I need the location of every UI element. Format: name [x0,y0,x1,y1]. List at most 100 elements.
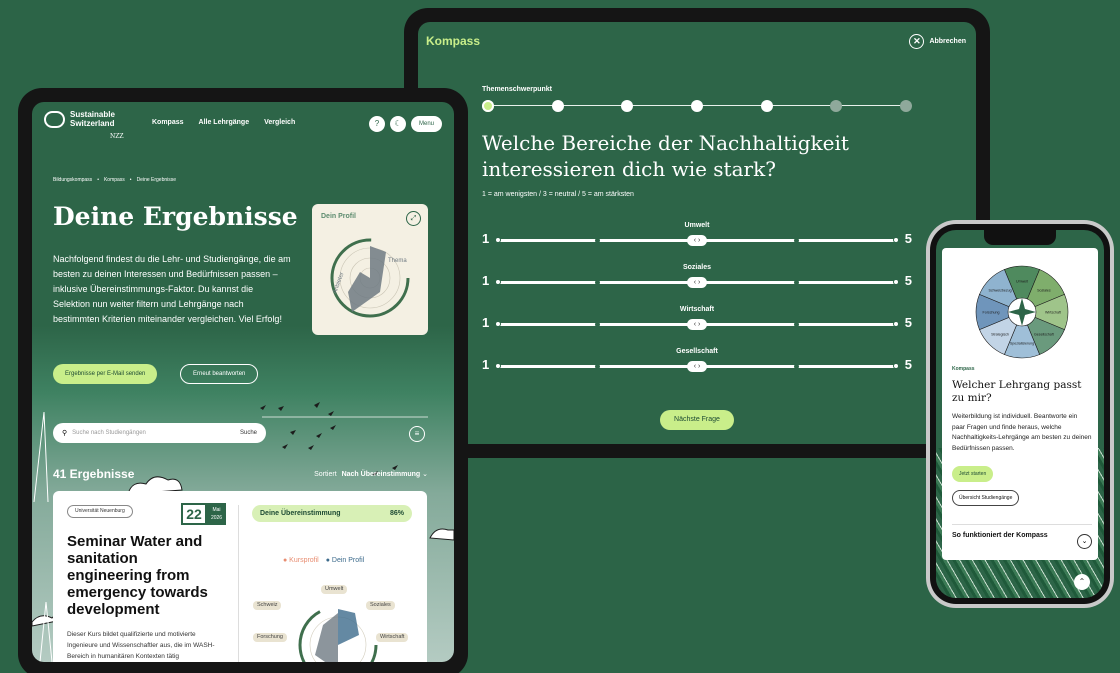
breadcrumb-item[interactable]: Kompass [104,177,125,183]
kompass-label: Kompass [952,366,975,372]
slider-min: 1 [482,315,490,330]
slider-tick [594,280,600,285]
course-title[interactable]: Seminar Water and sanitation engineering… [67,533,227,618]
slider-track[interactable]: ‹ › [495,361,899,372]
sort-label: Sortiert [314,471,337,478]
course-date: 22 Mai 2026 [181,503,226,525]
slider-track[interactable]: ‹ › [495,277,899,288]
chart-legend: ● Kursprofil ● Dein Profil [283,557,364,564]
grass-icon [33,411,49,503]
compass-label: Umwelt [1016,280,1028,284]
kompass-heading: Welcher Lehrgang passt zu mir? [952,379,1082,404]
scale-hint: 1 = am wenigsten / 3 = neutral / 5 = am … [482,191,634,198]
progress-step [691,100,703,112]
header-actions: ? ☾ Menu [368,116,442,132]
nav-item-kompass[interactable]: Kompass [152,119,184,126]
kompass-intro-card: Umwelt Soziales Wirtschaft Gesellschaft Spez… [942,248,1098,560]
slider-handle[interactable]: ‹ › [687,361,707,372]
intro-text: Nachfolgend findest du die Lehr- und Stu… [53,254,291,324]
search-input[interactable]: Suche nach Studiengängen [72,430,235,436]
axis-tag: Umwelt [321,585,348,594]
breadcrumb: Bildungskompass • Kompass • Deine Ergebnis… [53,177,177,183]
slider-tick [893,321,899,327]
start-button[interactable]: Jetzt starten [952,466,994,482]
nav-item-lehrgaenge[interactable]: Alle Lehrgänge [199,119,250,126]
rating-slider[interactable]: Wirtschaft 1 ‹ › 5 [482,306,912,333]
brand-logo[interactable]: Sustainable Switzerland NZZ [44,110,124,140]
slider-track[interactable]: ‹ › [495,319,899,330]
how-it-works-toggle[interactable]: So funktioniert der Kompass [952,530,1067,541]
search-icon: ⚲ [62,430,68,437]
profile-label: Dein Profil [321,213,357,220]
course-description: Dieser Kurs bildet qualifizierte und mot… [67,631,215,660]
axis-tag: Schweiz [253,601,282,610]
scroll-top-icon[interactable]: ⌃ [1074,574,1090,590]
university-badge: Universität Neuenburg [67,505,133,518]
cloud-icon [429,528,454,541]
slider-max: 5 [904,315,912,330]
slider-label: Soziales [682,264,711,271]
menu-button[interactable]: Menu [410,116,442,132]
slider-tick [793,322,799,327]
search-button[interactable]: Suche [240,430,257,436]
slider-label: Wirtschaft [679,306,715,313]
rating-slider[interactable]: Soziales 1 ‹ › 5 [482,264,912,291]
kompass-title: Kompass [426,34,481,48]
sort-dropdown[interactable]: Sortiert Nach Übereinstimmung ⌄ [314,470,428,478]
phone-device: Umwelt Soziales Wirtschaft Gesellschaft Spez… [926,220,1114,608]
profile-axis-label: Anbieter [332,272,345,295]
progress-step [551,100,564,112]
grass-icon [39,601,53,662]
profile-radar-chart: Thema Anbieter [330,238,410,318]
rating-slider[interactable]: Umwelt 1 ‹ › 5 [482,222,912,249]
retry-button[interactable]: Erneut beantworten [180,364,259,384]
slider-tick [793,364,799,369]
slider-min: 1 [482,231,490,246]
compass-wheel: Umwelt Soziales Wirtschaft Gesellschaft Spez… [975,265,1069,359]
birds-icon [260,402,398,476]
slider-handle[interactable]: ‹ › [687,235,707,246]
expand-icon[interactable]: ⤢ [406,211,421,226]
cancel-label: Abbrechen [929,38,966,45]
slider-track[interactable]: ‹ › [495,235,899,246]
profile-card[interactable]: Dein Profil ⤢ Thema Anbieter [312,204,428,335]
main-nav: Kompass Alle Lehrgänge Vergleich [152,119,295,126]
progress-step [900,100,912,112]
slider-handle[interactable]: ‹ › [687,319,707,330]
slider-max: 5 [904,231,912,246]
result-count: 41 Ergebnisse [53,467,135,481]
filter-icon[interactable]: ≡ [409,426,425,442]
profile-axis-label: Thema [388,258,407,264]
slider-tick [893,279,899,285]
help-icon[interactable]: ? [368,116,385,132]
dark-mode-icon[interactable]: ☾ [389,116,406,132]
compass-label: Forschung [983,311,1000,315]
compass-label: Spezialisierung [1010,342,1034,346]
email-results-button[interactable]: Ergebnisse per E-Mail senden [53,364,158,384]
breadcrumb-item[interactable]: Bildungskompass [53,177,92,183]
chevron-down-icon[interactable]: ⌄ [1077,534,1092,549]
slider-tick [793,238,799,243]
slider-tick [594,364,600,369]
next-question-button[interactable]: Nächste Frage [660,410,734,430]
slider-tick [495,321,501,327]
legend-dein-profil: ● Dein Profil [325,557,365,564]
sort-value: Nach Übereinstimmung [341,471,421,478]
nav-item-vergleich[interactable]: Vergleich [264,119,295,126]
kompass-screen: Kompass ✕ Abbrechen Themenschwerpunkt We… [418,22,976,444]
date-month: Mai [212,507,221,513]
slider-tick [594,322,600,327]
slider-max: 5 [904,273,912,288]
legend-kursprofil: ● Kursprofil [283,557,319,564]
tablet-portrait-device: Sustainable Switzerland NZZ Kompass Alle… [18,88,468,673]
cancel-button[interactable]: ✕ Abbrechen [909,34,966,49]
course-card[interactable]: Universität Neuenburg 22 Mai 2026 Semina… [53,491,427,662]
chevron-down-icon: ⌄ [422,471,428,478]
compass-label: Soziales [1037,289,1051,293]
slider-handle[interactable]: ‹ › [687,277,707,288]
slider-tick [594,238,600,243]
match-label: Deine Übereinstimmung [260,510,341,517]
overview-button[interactable]: Übersicht Studiengänge [952,490,1020,506]
slider-tick [893,363,899,369]
rating-slider[interactable]: Gesellschaft 1 ‹ › 5 [482,348,912,375]
